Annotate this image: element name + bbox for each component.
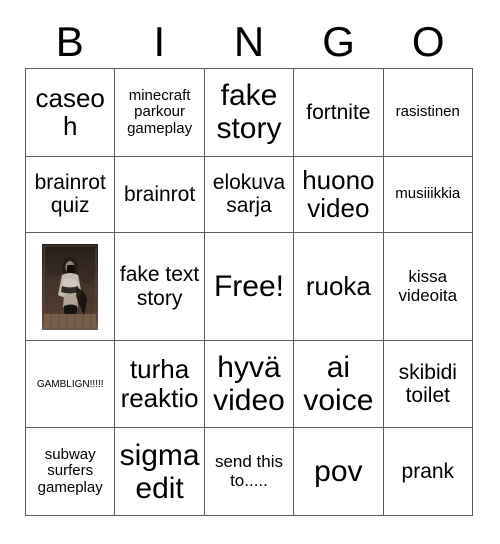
bingo-cell-label: huono video bbox=[302, 164, 375, 224]
header-letter-n: N bbox=[233, 17, 265, 65]
bingo-cell[interactable]: minecraft parkour gameplay bbox=[114, 68, 205, 157]
bingo-cell[interactable]: caseoh bbox=[24, 68, 116, 157]
bingo-cell-label: turha reaktio bbox=[120, 354, 199, 414]
bingo-cell[interactable]: fortnite bbox=[293, 68, 384, 157]
bingo-row: subway surfers gameplay sigma edit send th… bbox=[24, 427, 474, 516]
bingo-cell-label: caseoh bbox=[35, 82, 105, 142]
bingo-cell-label: Free! bbox=[213, 270, 284, 304]
bingo-cell[interactable]: brainrot bbox=[114, 155, 205, 234]
bingo-cell[interactable]: rasistinen bbox=[382, 68, 474, 157]
header-letter-o: O bbox=[411, 17, 445, 65]
header-letter-b: B bbox=[55, 17, 84, 65]
bingo-cell-free[interactable]: Free! bbox=[203, 232, 295, 341]
bingo-cell[interactable]: GAMBLIGN!!!!! bbox=[24, 339, 116, 429]
bingo-cell-label: fortnite bbox=[306, 100, 371, 124]
bingo-cell-label: brainrot quiz bbox=[34, 171, 106, 218]
bingo-cell-label: kissa videoita bbox=[398, 266, 458, 305]
bingo-cell-label: sigma edit bbox=[119, 438, 200, 505]
bingo-cell-label: brainrot bbox=[123, 182, 196, 206]
bingo-cell[interactable]: brainrot quiz bbox=[24, 155, 116, 234]
bingo-cell-label: elokuva sarja bbox=[212, 171, 286, 218]
photo-wrapper bbox=[27, 234, 114, 339]
bingo-cell[interactable]: fake text story bbox=[114, 232, 205, 341]
bingo-cell-label: fake text story bbox=[119, 263, 200, 310]
bingo-cell[interactable]: elokuva sarja bbox=[203, 155, 295, 234]
bingo-cell[interactable]: kissa videoita bbox=[382, 232, 474, 341]
bingo-cell-label: send this to..... bbox=[214, 451, 283, 490]
bingo-row: caseoh minecraft parkour gameplay fake sto… bbox=[24, 68, 474, 157]
bingo-cell[interactable]: subway surfers gameplay bbox=[24, 427, 116, 516]
bingo-cell-label: hyvä video bbox=[213, 351, 285, 418]
bingo-row: brainrot quiz brainrot elokuva sarja huono … bbox=[24, 155, 474, 234]
bingo-cell-label: ai voice bbox=[303, 351, 374, 418]
bingo-cell-label: subway surfers gameplay bbox=[37, 445, 103, 496]
bingo-cell-label: rasistinen bbox=[395, 103, 460, 121]
bingo-cell[interactable]: turha reaktio bbox=[114, 339, 205, 429]
bingo-row: fake text story Free! ruoka kissa videoita bbox=[24, 232, 474, 341]
bingo-grid: caseoh minecraft parkour gameplay fake sto… bbox=[24, 68, 474, 516]
bingo-cell-label: ruoka bbox=[305, 271, 371, 302]
bingo-cell-label: GAMBLIGN!!!!! bbox=[36, 378, 104, 390]
bingo-cell[interactable]: send this to..... bbox=[203, 427, 295, 516]
bingo-cell-label: pov bbox=[314, 455, 363, 489]
bingo-cell[interactable]: ai voice bbox=[293, 339, 384, 429]
bingo-cell[interactable]: skibidi toilet bbox=[382, 339, 474, 429]
bingo-cell[interactable]: musiiikkia bbox=[382, 155, 474, 234]
bingo-cell[interactable]: ruoka bbox=[293, 232, 384, 341]
bingo-board: B I N G O caseoh minecraft parkour gamepl… bbox=[24, 15, 474, 517]
bingo-header: B I N G O bbox=[25, 15, 473, 68]
mirror-selfie-photo bbox=[42, 243, 99, 330]
bingo-cell-label: fake story bbox=[216, 79, 282, 146]
bingo-cell[interactable]: hyvä video bbox=[203, 339, 295, 429]
bingo-cell-label: prank bbox=[401, 460, 455, 484]
bingo-cell[interactable]: sigma edit bbox=[114, 427, 205, 516]
bingo-cell-label: minecraft parkour gameplay bbox=[127, 86, 193, 137]
bingo-cell[interactable]: fake story bbox=[203, 68, 295, 157]
bingo-cell[interactable]: prank bbox=[382, 427, 474, 516]
bingo-cell[interactable]: pov bbox=[293, 427, 384, 516]
header-letter-g: G bbox=[322, 17, 355, 65]
bingo-cell[interactable]: huono video bbox=[293, 155, 384, 234]
bingo-cell-label: musiiikkia bbox=[395, 185, 461, 203]
header-letter-i: I bbox=[153, 17, 166, 65]
bingo-row: GAMBLIGN!!!!! turha reaktio hyvä video ai v… bbox=[24, 339, 474, 429]
bingo-cell-photo[interactable] bbox=[24, 232, 116, 341]
bingo-cell-label: skibidi toilet bbox=[398, 360, 457, 408]
